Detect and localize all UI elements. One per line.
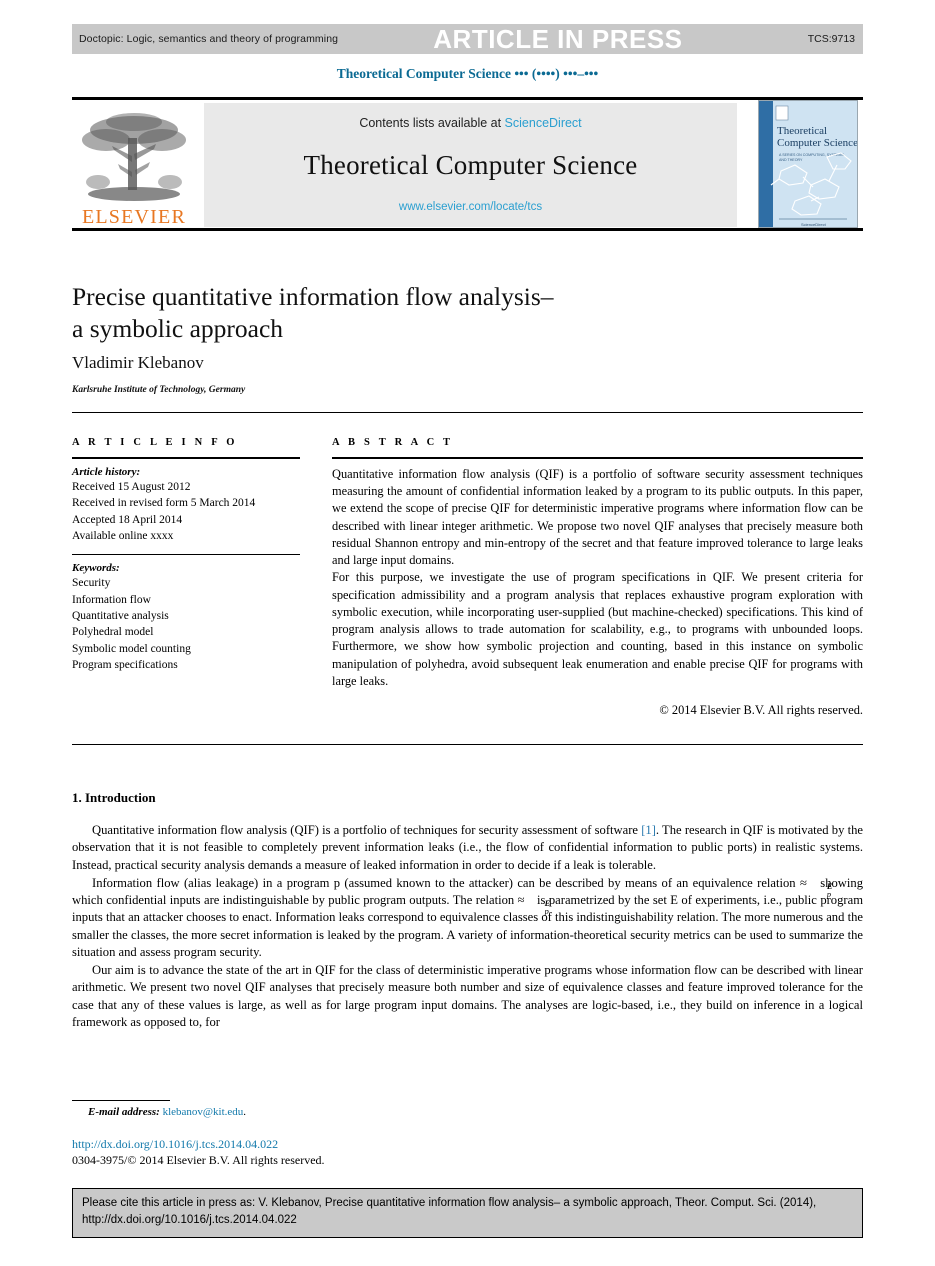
svg-text:AND THEORY: AND THEORY <box>779 158 803 162</box>
abstract-copyright: © 2014 Elsevier B.V. All rights reserved… <box>659 703 863 718</box>
contents-lists-line: Contents lists available at ScienceDirec… <box>359 116 581 130</box>
article-info-heading: A R T I C L E I N F O <box>72 437 238 448</box>
footnote-separator-rule <box>72 1100 170 1101</box>
citation-link-1[interactable]: [1] <box>641 823 656 837</box>
elsevier-tree-icon <box>82 113 186 201</box>
journal-article-page: Doctopic: Logic, semantics and theory of… <box>0 0 935 1266</box>
abstract-bottom-rule <box>72 744 863 745</box>
author-affiliation: Karlsruhe Institute of Technology, Germa… <box>72 385 246 395</box>
svg-text:ScienceDirect: ScienceDirect <box>801 222 827 227</box>
intro-paragraph-2: Information flow (alias leakage) in a pr… <box>72 875 863 961</box>
email-suffix: . <box>243 1106 247 1118</box>
article-in-press-bar: Doctopic: Logic, semantics and theory of… <box>72 24 863 54</box>
abstract-paragraph: For this purpose, we investigate the use… <box>332 570 863 688</box>
keyword-item: Symbolic model counting <box>72 642 191 655</box>
doctopic-label: Doctopic: Logic, semantics and theory of… <box>79 33 339 45</box>
intro-paragraph-1: Quantitative information flow analysis (… <box>72 822 863 874</box>
header-divider-rule <box>72 412 863 413</box>
section-heading-introduction: 1. Introduction <box>72 790 156 805</box>
article-info-column: A R T I C L E I N F O Article history: R… <box>72 437 300 673</box>
article-history-label: Article history: <box>72 466 141 478</box>
title-line-2: a symbolic approach <box>72 314 284 344</box>
issn-copyright-line: 0304-3975/© 2014 Elsevier B.V. All right… <box>72 1153 325 1167</box>
sciencedirect-link[interactable]: ScienceDirect <box>505 116 582 130</box>
email-label: E-mail address: <box>88 1106 160 1118</box>
keywords-divider-rule <box>72 554 300 556</box>
journal-cover-thumbnail: Theoretical Computer Science A SERIES ON… <box>758 100 858 228</box>
article-in-press-status: ARTICLE IN PRESS <box>433 24 683 54</box>
please-cite-box: Please cite this article in press as: V.… <box>72 1188 863 1238</box>
masthead-bottom-rule <box>72 228 863 231</box>
journal-masthead: ELSEVIER Contents lists available at Sci… <box>72 97 863 231</box>
history-item: Available online xxxx <box>72 529 174 542</box>
footnote-email: E-mail address: klebanov@kit.edu. <box>88 1106 246 1118</box>
intro-p2-part-a: Information flow (alias leakage) in a pr… <box>92 875 807 890</box>
history-item: Received in revised form 5 March 2014 <box>72 497 256 510</box>
title-line-1: Precise quantitative information flow an… <box>72 282 554 311</box>
elsevier-logo: ELSEVIER <box>72 103 196 227</box>
intro-p1-part-a: Quantitative information flow analysis (… <box>92 823 642 837</box>
keywords-list: Security Information flow Quantitative a… <box>72 575 300 673</box>
abstract-rule <box>332 457 863 459</box>
svg-text:Theoretical: Theoretical <box>777 125 827 137</box>
introduction-body: Quantitative information flow analysis (… <box>72 822 863 1032</box>
history-item: Accepted 18 April 2014 <box>72 513 183 526</box>
author-name: Vladimir Klebanov <box>72 353 204 372</box>
email-link[interactable]: klebanov@kit.edu <box>163 1106 244 1118</box>
abstract-column: A B S T R A C T Quantitative information… <box>332 437 863 718</box>
journal-cover-image: Theoretical Computer Science A SERIES ON… <box>759 101 858 227</box>
masthead-top-rule <box>72 97 863 100</box>
journal-running-head: Theoretical Computer Science ••• (••••) … <box>336 66 599 81</box>
cite-line-1: Please cite this article in press as: V.… <box>82 1197 817 1209</box>
relation-subscript: p <box>826 890 832 900</box>
keyword-item: Information flow <box>72 593 151 606</box>
relation-subscript: p <box>544 907 549 917</box>
tcs-number: TCS:9713 <box>807 33 855 45</box>
abstract-paragraph: Quantitative information flow analysis (… <box>332 467 863 568</box>
elsevier-wordmark: ELSEVIER <box>81 206 187 228</box>
article-history-list: Received 15 August 2012 Received in revi… <box>72 479 300 544</box>
contents-prefix: Contents lists available at <box>359 116 505 130</box>
journal-url-link[interactable]: www.elsevier.com/locate/tcs <box>399 201 542 213</box>
page-title: Precise quantitative information flow an… <box>72 281 712 345</box>
doi-link[interactable]: http://dx.doi.org/10.1016/j.tcs.2014.04.… <box>72 1137 278 1152</box>
keyword-item: Polyhedral model <box>72 626 154 639</box>
keywords-label: Keywords: <box>72 562 120 575</box>
journal-title: Theoretical Computer Science <box>303 150 638 180</box>
cite-line-2: http://dx.doi.org/10.1016/j.tcs.2014.04.… <box>82 1214 297 1227</box>
masthead-center-panel: Contents lists available at ScienceDirec… <box>204 103 737 227</box>
keyword-item: Program specifications <box>72 658 178 671</box>
intro-paragraph-3: Our aim is to advance the state of the a… <box>72 963 863 1029</box>
keyword-item: Security <box>72 577 111 590</box>
article-info-rule <box>72 457 300 459</box>
svg-text:Computer Science: Computer Science <box>777 137 858 149</box>
abstract-heading: A B S T R A C T <box>332 437 454 448</box>
keyword-item: Quantitative analysis <box>72 609 169 622</box>
history-item: Received 15 August 2012 <box>72 481 191 493</box>
